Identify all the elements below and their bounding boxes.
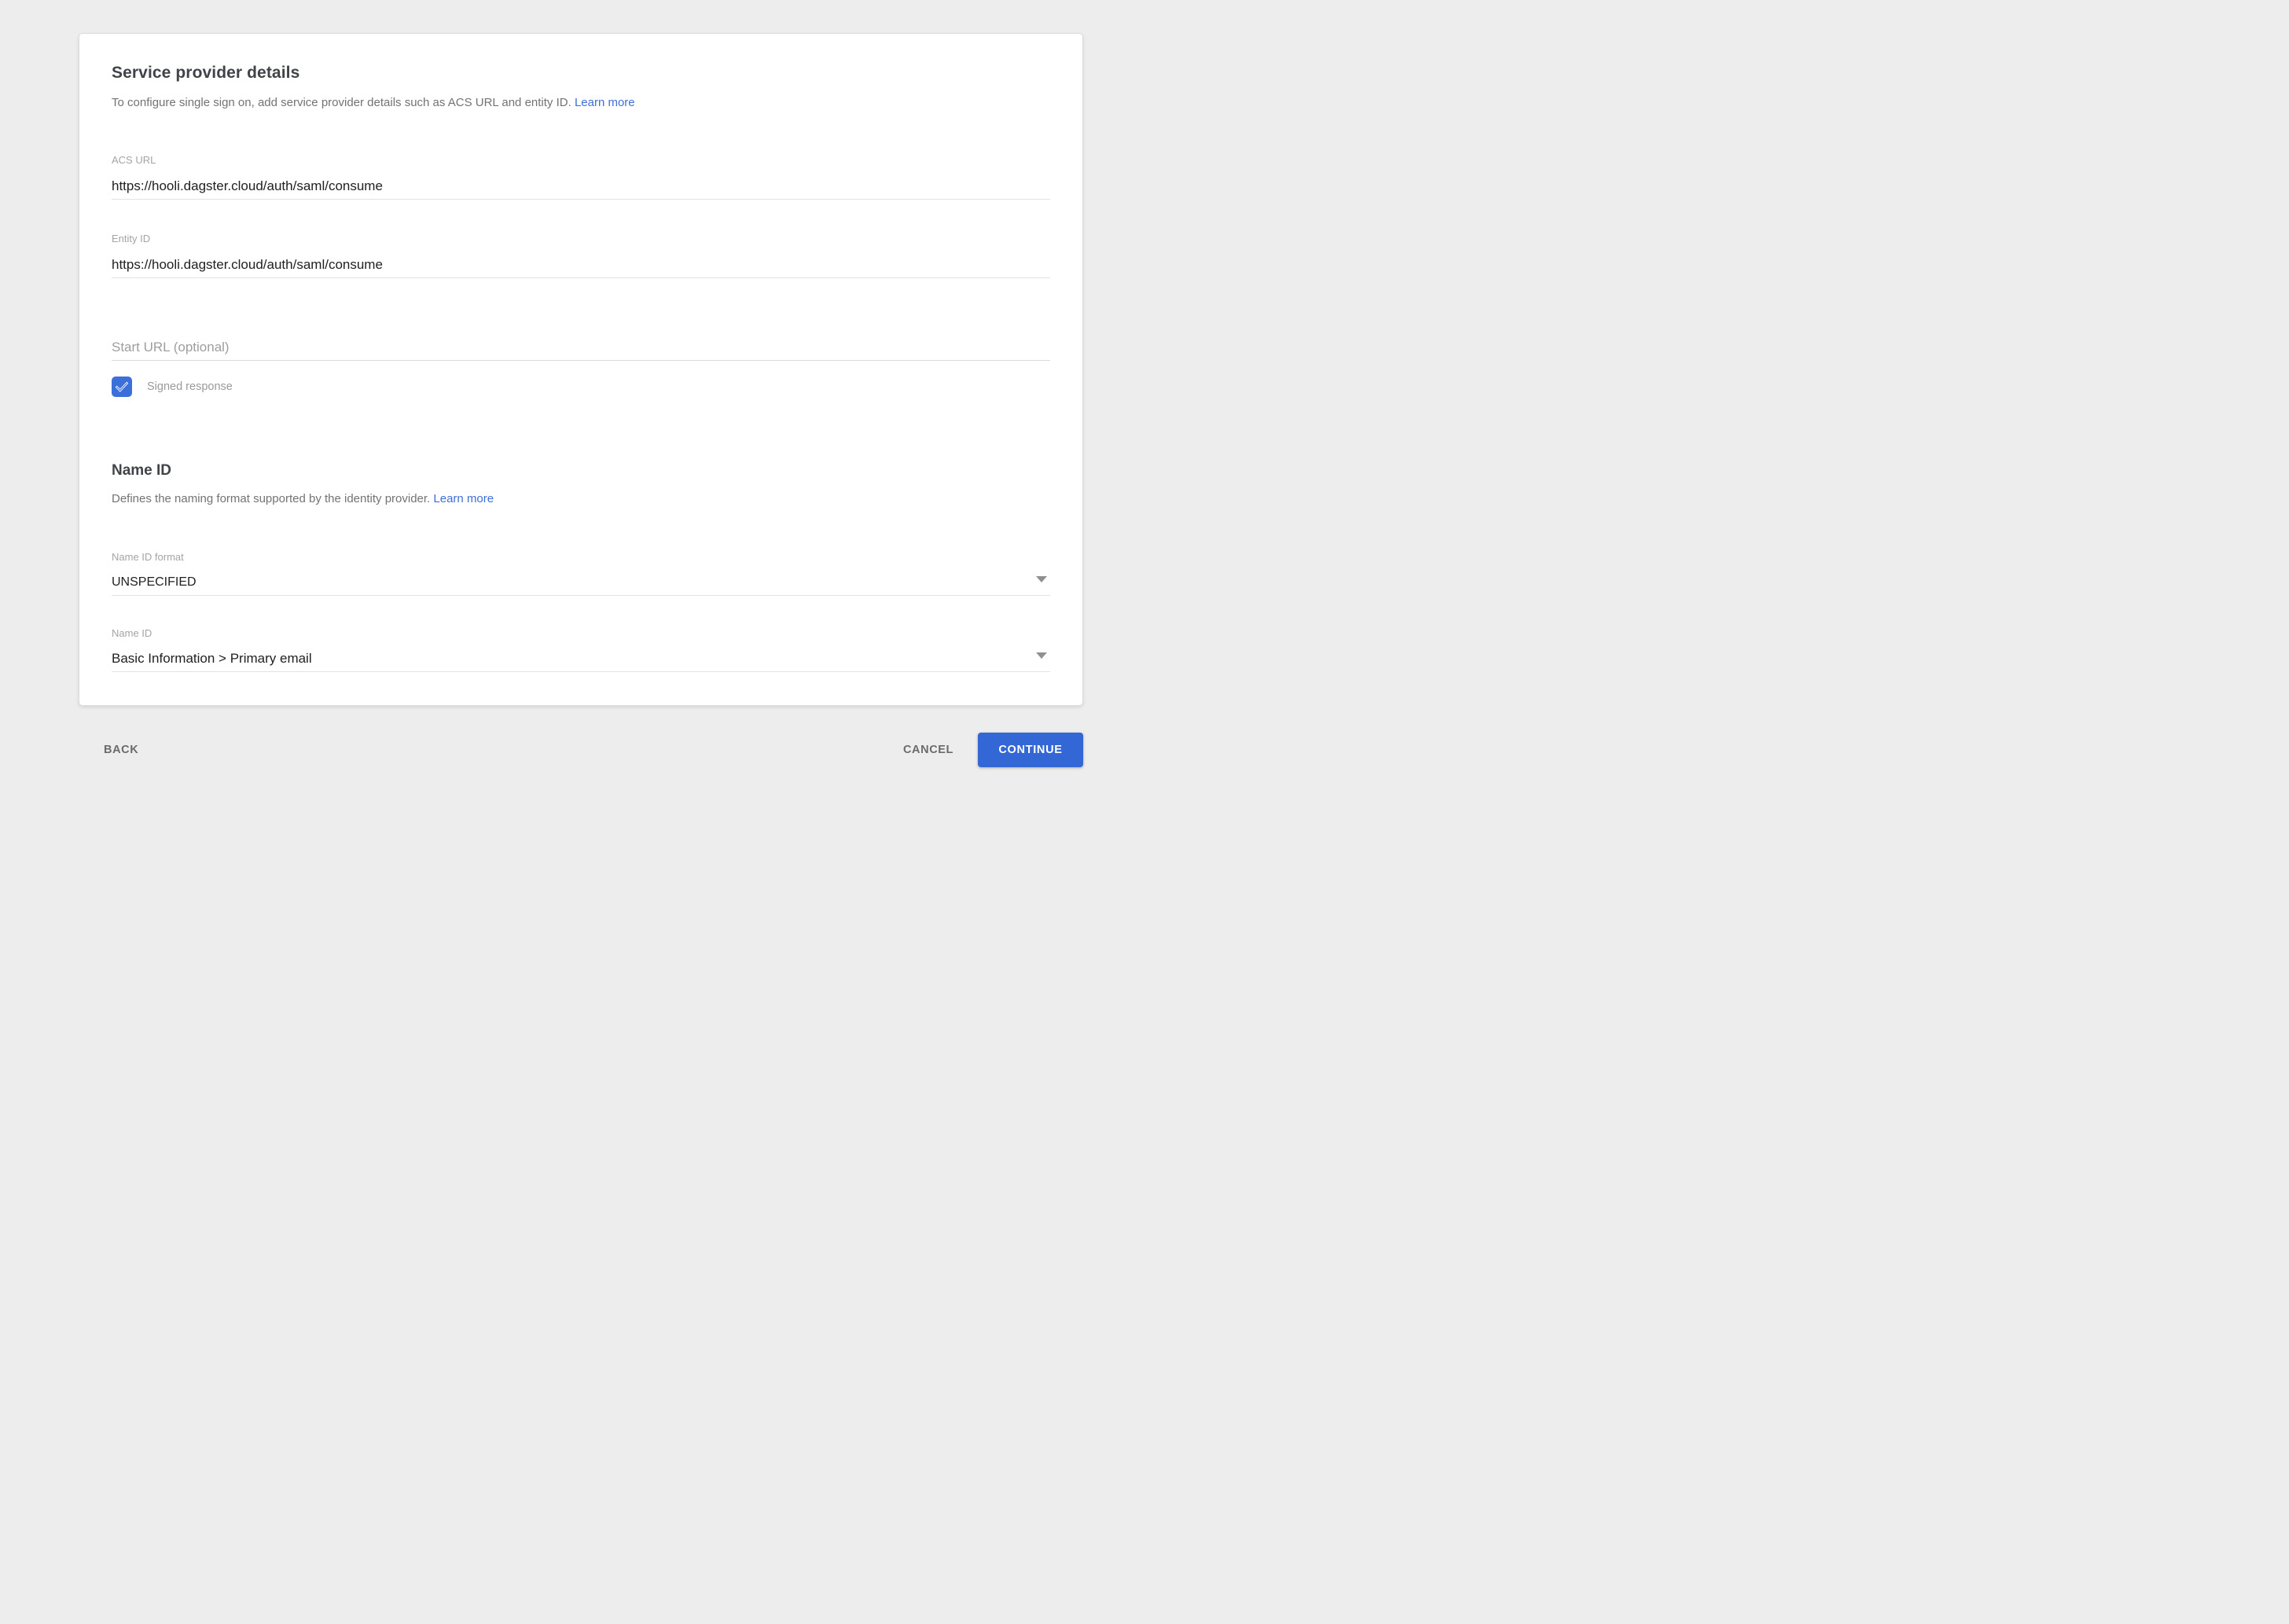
name-id-learn-more-link[interactable]: Learn more (433, 492, 494, 505)
cancel-button[interactable]: CANCEL (895, 737, 961, 762)
signed-response-checkbox[interactable] (112, 377, 132, 397)
signed-response-label: Signed response (147, 380, 233, 393)
start-url-input[interactable] (112, 328, 1050, 361)
name-id-select[interactable]: Name ID Basic Information > Primary emai… (112, 627, 1050, 672)
signed-response-row: Signed response (112, 376, 1050, 397)
chevron-down-icon (1036, 652, 1047, 659)
name-id-format-value: UNSPECIFIED (112, 564, 1050, 596)
page-background: Service provider details To configure si… (0, 0, 1144, 812)
card-intro: To configure single sign on, add service… (112, 95, 1050, 111)
learn-more-link[interactable]: Learn more (575, 96, 635, 109)
acs-url-input[interactable] (112, 167, 1050, 200)
card-intro-text: To configure single sign on, add service… (112, 96, 571, 109)
name-id-format-label: Name ID format (112, 551, 1050, 564)
checkmark-icon (114, 379, 130, 395)
footer-actions: BACK CANCEL CONTINUE (79, 733, 1083, 767)
entity-id-input[interactable] (112, 245, 1050, 278)
acs-url-field: ACS URL (112, 154, 1050, 200)
card-title: Service provider details (112, 62, 1050, 83)
back-button[interactable]: BACK (96, 737, 146, 762)
start-url-field (112, 328, 1050, 361)
name-id-value: Basic Information > Primary email (112, 640, 1050, 672)
name-id-heading: Name ID (112, 461, 1050, 480)
name-id-description-text: Defines the naming format supported by t… (112, 492, 430, 505)
chevron-down-icon (1036, 576, 1047, 582)
continue-button[interactable]: CONTINUE (978, 733, 1083, 767)
name-id-label: Name ID (112, 627, 1050, 640)
service-provider-details-card: Service provider details To configure si… (79, 33, 1083, 706)
acs-url-label: ACS URL (112, 154, 1050, 167)
name-id-format-select[interactable]: Name ID format UNSPECIFIED (112, 551, 1050, 596)
name-id-description: Defines the naming format supported by t… (112, 491, 1050, 507)
entity-id-field: Entity ID (112, 233, 1050, 278)
entity-id-label: Entity ID (112, 233, 1050, 245)
